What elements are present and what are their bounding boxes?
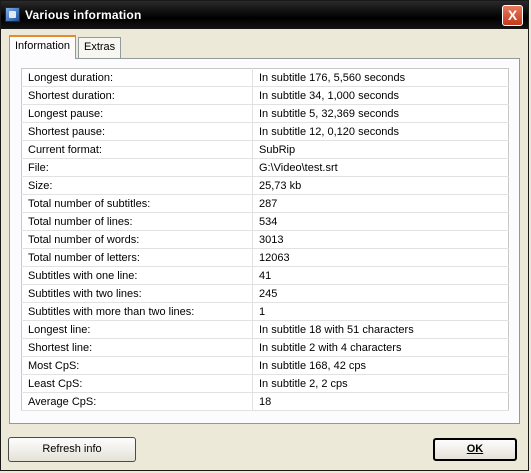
dialog-window: Various information X Information Extras… [0,0,529,471]
info-label: Subtitles with two lines: [21,284,253,303]
info-label: Total number of lines: [21,212,253,231]
info-row: Total number of lines: 534 [21,212,509,231]
info-row: Subtitles with one line: 41 [21,266,509,285]
info-value: SubRip [252,140,509,159]
info-value: In subtitle 176, 5,560 seconds [252,68,509,87]
info-label: Total number of words: [21,230,253,249]
info-label: Least CpS: [21,374,253,393]
info-row: Subtitles with more than two lines: 1 [21,302,509,321]
ok-button[interactable]: OK [433,438,517,461]
info-label: Total number of subtitles: [21,194,253,213]
app-icon [5,7,20,22]
info-label: Longest pause: [21,104,253,123]
info-label: Longest line: [21,320,253,339]
info-value: 12063 [252,248,509,267]
title-bar[interactable]: Various information X [1,1,528,29]
info-value: 18 [252,392,509,411]
info-label: Current format: [21,140,253,159]
info-row: Longest line: In subtitle 18 with 51 char… [21,320,509,339]
close-button[interactable]: X [502,5,523,26]
info-row: Total number of subtitles: 287 [21,194,509,213]
info-label: Average CpS: [21,392,253,411]
info-value: 287 [252,194,509,213]
info-value: In subtitle 18 with 51 characters [252,320,509,339]
info-row: Most CpS: In subtitle 168, 42 cps [21,356,509,375]
info-label: Most CpS: [21,356,253,375]
info-value: In subtitle 34, 1,000 seconds [252,86,509,105]
info-row: Shortest duration: In subtitle 34, 1,000 … [21,86,509,105]
tab-information[interactable]: Information [9,35,77,59]
info-row: Shortest pause: In subtitle 12, 0,120 sec… [21,122,509,141]
info-value: In subtitle 2 with 4 characters [252,338,509,357]
info-label: Total number of letters: [21,248,253,267]
info-label: Shortest duration: [21,86,253,105]
info-label: Size: [21,176,253,195]
info-value: 534 [252,212,509,231]
refresh-info-button[interactable]: Refresh info [8,437,136,462]
info-value: In subtitle 168, 42 cps [252,356,509,375]
info-value: 25,73 kb [252,176,509,195]
info-value: In subtitle 12, 0,120 seconds [252,122,509,141]
tab-extras[interactable]: Extras [78,37,122,58]
close-icon: X [507,7,518,23]
info-row: Least CpS: In subtitle 2, 2 cps [21,374,509,393]
info-table: Longest duration: In subtitle 176, 5,560 … [21,68,509,411]
info-label: Subtitles with one line: [21,266,253,285]
info-value: 41 [252,266,509,285]
info-label: Longest duration: [21,68,253,87]
info-row: Total number of words: 3013 [21,230,509,249]
info-row: Average CpS: 18 [21,392,509,411]
info-value: 3013 [252,230,509,249]
info-value: 245 [252,284,509,303]
info-label: Subtitles with more than two lines: [21,302,253,321]
info-row: Subtitles with two lines: 245 [21,284,509,303]
info-row: Current format: SubRip [21,140,509,159]
info-label: Shortest line: [21,338,253,357]
info-value: In subtitle 5, 32,369 seconds [252,104,509,123]
ok-button-label: OK [466,443,484,455]
information-panel: Longest duration: In subtitle 176, 5,560 … [9,58,520,424]
info-row: File: G:\Video\test.srt [21,158,509,177]
info-value: G:\Video\test.srt [252,158,509,177]
info-row: Shortest line: In subtitle 2 with 4 chara… [21,338,509,357]
info-label: Shortest pause: [21,122,253,141]
info-row: Size: 25,73 kb [21,176,509,195]
info-row: Total number of letters: 12063 [21,248,509,267]
info-value: 1 [252,302,509,321]
info-value: In subtitle 2, 2 cps [252,374,509,393]
info-row: Longest duration: In subtitle 176, 5,560 … [21,68,509,87]
window-title: Various information [25,8,142,22]
info-row: Longest pause: In subtitle 5, 32,369 seco… [21,104,509,123]
info-label: File: [21,158,253,177]
